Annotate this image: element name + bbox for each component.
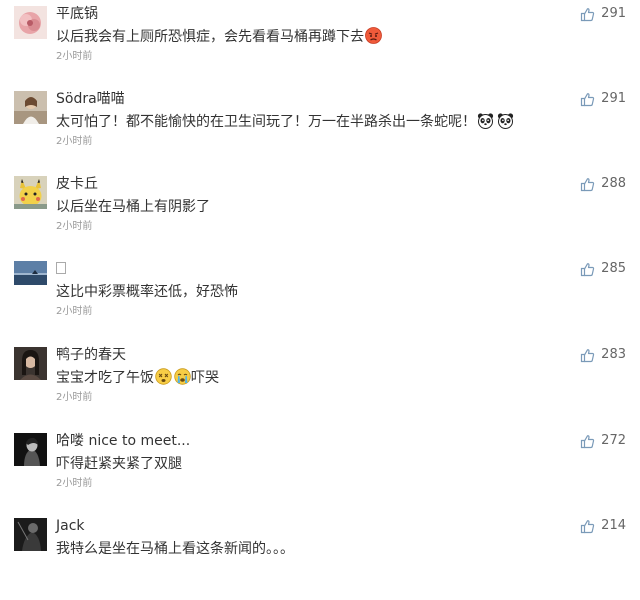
thumbs-up-icon bbox=[580, 177, 595, 192]
comment-username[interactable] bbox=[56, 260, 66, 278]
pikachu-avatar[interactable] bbox=[14, 176, 47, 209]
comment-item: 皮卡丘 以后坐在马桶上有阴影了 2小时前 288 bbox=[0, 173, 640, 258]
comment-username[interactable]: 皮卡丘 bbox=[56, 175, 98, 193]
thumbs-up-icon bbox=[580, 434, 595, 449]
comment-username[interactable]: 哈喽 nice to meet... bbox=[56, 432, 190, 450]
comment-text-content: 吓得赶紧夹紧了双腿 bbox=[56, 456, 182, 472]
dizzy-face-emoji bbox=[155, 368, 172, 385]
comment-username[interactable]: 鸭子的春天 bbox=[56, 346, 126, 364]
comment-time: 2小时前 bbox=[56, 51, 93, 62]
comment-time: 2小时前 bbox=[56, 392, 93, 403]
comment-text: 吓得赶紧夹紧了双腿 bbox=[56, 454, 182, 474]
comment-item: 这比中彩票概率还低，好恐怖 2小时前 285 bbox=[0, 258, 640, 343]
pink-flower-avatar[interactable] bbox=[14, 6, 47, 39]
comment-list: 平底锅 以后我会有上厕所恐惧症，会先看看马桶再蹲下去 2小时前 291 Södr… bbox=[0, 0, 640, 560]
dark-portrait-avatar[interactable] bbox=[14, 347, 47, 380]
girl-photo-avatar[interactable] bbox=[14, 91, 47, 124]
comment-text-content: 我特么是坐在马桶上看这条新闻的。。。 bbox=[56, 541, 294, 557]
seascape-avatar[interactable] bbox=[14, 261, 47, 285]
like-button[interactable]: 288 bbox=[580, 175, 626, 193]
comment-text-content: 宝宝才吃了午饭 bbox=[56, 370, 154, 386]
crying-face-emoji bbox=[174, 368, 191, 385]
like-count: 285 bbox=[601, 261, 626, 276]
thumbs-up-icon bbox=[580, 348, 595, 363]
angry-face-emoji bbox=[365, 27, 382, 44]
thumbs-up-icon bbox=[580, 262, 595, 277]
comment-text: 以后坐在马桶上有阴影了 bbox=[56, 197, 210, 217]
like-button[interactable]: 291 bbox=[580, 5, 626, 23]
comment-username[interactable]: Jack bbox=[56, 517, 85, 535]
like-count: 272 bbox=[601, 433, 626, 448]
comment-text-content: 太可怕了！都不能愉快的在卫生间玩了！万一在半路杀出一条蛇呢！ bbox=[56, 114, 476, 130]
comment-time: 2小时前 bbox=[56, 136, 93, 147]
bw-portrait-avatar[interactable] bbox=[14, 433, 47, 466]
like-button[interactable]: 285 bbox=[580, 260, 626, 278]
comment-time: 2小时前 bbox=[56, 478, 93, 489]
comment-item: Jack 我特么是坐在马桶上看这条新闻的。。。 214 bbox=[0, 515, 640, 600]
comment-text: 我特么是坐在马桶上看这条新闻的。。。 bbox=[56, 539, 294, 559]
thumbs-up-icon bbox=[580, 92, 595, 107]
like-button[interactable]: 283 bbox=[580, 346, 626, 364]
comment-time: 2小时前 bbox=[56, 221, 93, 232]
comment-text-content: 以后我会有上厕所恐惧症，会先看看马桶再蹲下去 bbox=[56, 29, 364, 45]
dark-figure-avatar[interactable] bbox=[14, 518, 47, 551]
comment-text-content: 以后坐在马桶上有阴影了 bbox=[56, 199, 210, 215]
like-count: 291 bbox=[601, 91, 626, 106]
like-count: 214 bbox=[601, 518, 626, 533]
comment-item: 平底锅 以后我会有上厕所恐惧症，会先看看马桶再蹲下去 2小时前 291 bbox=[0, 3, 640, 88]
thumbs-up-icon bbox=[580, 519, 595, 534]
comment-text: 宝宝才吃了午饭 吓哭 bbox=[56, 368, 219, 388]
comment-text: 这比中彩票概率还低，好恐怖 bbox=[56, 282, 238, 302]
panda-emoji bbox=[477, 112, 494, 129]
comment-text: 太可怕了！都不能愉快的在卫生间玩了！万一在半路杀出一条蛇呢！ bbox=[56, 112, 514, 132]
comment-item: 哈喽 nice to meet... 吓得赶紧夹紧了双腿 2小时前 272 bbox=[0, 430, 640, 515]
comment-text-content: 这比中彩票概率还低，好恐怖 bbox=[56, 284, 238, 300]
like-button[interactable]: 291 bbox=[580, 90, 626, 108]
thumbs-up-icon bbox=[580, 7, 595, 22]
like-count: 283 bbox=[601, 347, 626, 362]
comment-username[interactable]: Södra喵喵 bbox=[56, 90, 125, 108]
like-count: 288 bbox=[601, 176, 626, 191]
like-button[interactable]: 214 bbox=[580, 517, 626, 535]
broken-glyph-icon bbox=[56, 262, 66, 274]
comment-item: 鸭子的春天 宝宝才吃了午饭 吓哭 2小时前 283 bbox=[0, 344, 640, 429]
panda-emoji bbox=[497, 112, 514, 129]
like-count: 291 bbox=[601, 6, 626, 21]
comment-time: 2小时前 bbox=[56, 306, 93, 317]
comment-text: 以后我会有上厕所恐惧症，会先看看马桶再蹲下去 bbox=[56, 27, 382, 47]
comment-username[interactable]: 平底锅 bbox=[56, 5, 98, 23]
comment-item: Södra喵喵 太可怕了！都不能愉快的在卫生间玩了！万一在半路杀出一条蛇呢！ 2… bbox=[0, 88, 640, 173]
like-button[interactable]: 272 bbox=[580, 432, 626, 450]
comment-text-tail: 吓哭 bbox=[191, 370, 219, 386]
